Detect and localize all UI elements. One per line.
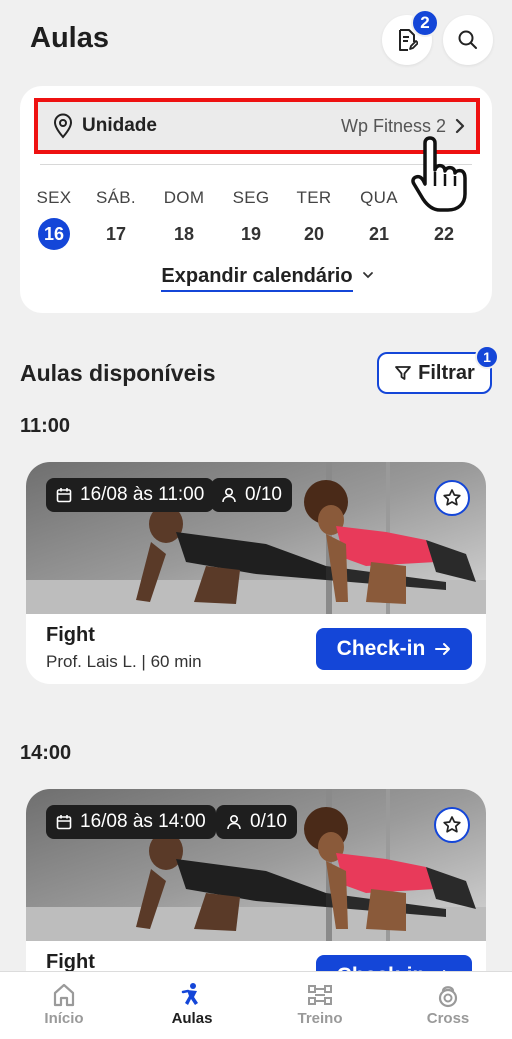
person-icon — [222, 487, 236, 503]
nav-item-aulas[interactable]: Aulas — [142, 982, 242, 1027]
class-card[interactable]: 16/08 às 11:00 0/10 Fight Prof. Lais L. … — [26, 462, 486, 684]
day-item[interactable]: TER 20 — [292, 188, 336, 250]
calendar-icon — [56, 815, 72, 830]
day-name: SÁB. — [96, 188, 136, 207]
date-chip: 16/08 às 14:00 — [46, 805, 216, 839]
day-number: 18 — [173, 223, 195, 244]
class-icon — [181, 983, 198, 1005]
home-icon — [53, 983, 75, 1007]
expand-calendar-button[interactable]: Expandir calendário — [138, 262, 398, 294]
day-number: 20 — [303, 223, 325, 244]
day-item[interactable]: SEG 19 — [229, 188, 273, 250]
checkin-button[interactable]: Check-in — [316, 628, 472, 670]
unit-label: Unidade — [82, 115, 157, 136]
day-name: TER — [296, 188, 332, 207]
favorite-button[interactable] — [434, 480, 470, 516]
dumbbell-icon — [308, 985, 332, 1005]
time-slot-label: 14:00 — [20, 742, 72, 764]
class-info: Prof. Lais L. | 60 min — [46, 652, 202, 671]
search-button[interactable] — [443, 15, 493, 65]
nav-item-cross[interactable]: Cross — [398, 982, 498, 1027]
chevron-down-icon — [362, 272, 373, 279]
day-name: SEG — [232, 188, 270, 207]
location-pin-icon — [53, 113, 73, 139]
nav-label: Início — [44, 1010, 84, 1027]
day-item[interactable]: DOM 18 — [162, 188, 206, 250]
day-item[interactable]: QUA 21 — [357, 188, 401, 250]
day-name: SEX — [36, 188, 72, 207]
day-number: 22 — [433, 223, 455, 244]
hand-cursor-icon — [411, 136, 467, 212]
filter-label: Filtrar — [418, 361, 475, 384]
nav-item-treino[interactable]: Treino — [270, 982, 370, 1027]
day-item[interactable]: SÁB. 17 — [94, 188, 138, 250]
section-title: Aulas disponíveis — [20, 360, 216, 386]
day-item[interactable]: SEX 16 — [32, 188, 76, 250]
date-chip-text: 16/08 às 11:00 — [80, 484, 205, 505]
nav-label: Aulas — [171, 1010, 213, 1027]
documents-badge: 2 — [411, 9, 439, 37]
filter-icon — [395, 366, 412, 380]
capacity-chip-text: 0/10 — [245, 484, 282, 505]
nav-item-inicio[interactable]: Início — [14, 982, 114, 1027]
bottom-navigation: Início Aulas Treino Cross — [0, 971, 512, 1039]
day-name: DOM — [163, 188, 205, 207]
favorite-button[interactable] — [434, 807, 470, 843]
calendar-icon — [56, 488, 72, 503]
time-slot-label: 11:00 — [20, 415, 71, 437]
nav-label: Treino — [297, 1010, 343, 1027]
class-photo: 16/08 às 14:00 0/10 — [26, 789, 486, 941]
filter-badge: 1 — [475, 345, 499, 369]
capacity-chip-text: 0/10 — [250, 811, 287, 832]
kettlebell-icon — [438, 986, 458, 1008]
date-chip-text: 16/08 às 14:00 — [80, 811, 206, 832]
expand-calendar-label: Expandir calendário — [161, 265, 353, 292]
class-name: Fight — [46, 624, 95, 646]
header: Aulas 2 — [0, 0, 512, 80]
chevron-right-icon — [455, 118, 465, 134]
capacity-chip: 0/10 — [216, 805, 297, 839]
page-title: Aulas — [30, 22, 109, 54]
arrow-right-icon — [435, 643, 451, 655]
star-icon — [443, 816, 461, 833]
star-icon — [443, 489, 461, 506]
date-chip: 16/08 às 11:00 — [46, 478, 215, 512]
day-number: 17 — [105, 223, 127, 244]
day-name: QUA — [360, 188, 398, 207]
person-icon — [227, 814, 241, 830]
capacity-chip: 0/10 — [211, 478, 292, 512]
class-photo: 16/08 às 11:00 0/10 — [26, 462, 486, 614]
search-icon — [458, 30, 477, 49]
day-number: 19 — [240, 223, 262, 244]
day-number: 21 — [368, 223, 390, 244]
day-number-selected: 16 — [38, 218, 70, 250]
nav-label: Cross — [426, 1010, 470, 1027]
checkin-label: Check-in — [336, 637, 426, 660]
